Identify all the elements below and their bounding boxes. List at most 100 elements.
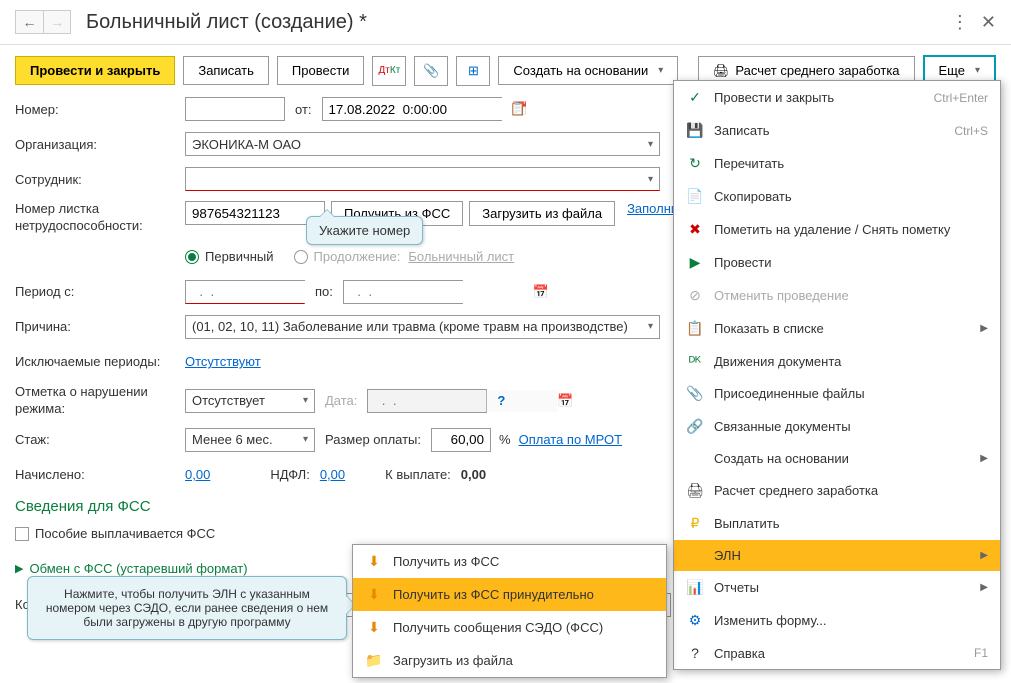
ndfl-label: НДФЛ: <box>270 467 310 482</box>
menu-item[interactable]: ⚙Изменить форму... <box>674 604 1000 637</box>
to-label: по: <box>315 284 333 299</box>
menu-icon: 🖨 <box>686 482 704 499</box>
dtkt-button[interactable]: ДтКт <box>372 56 406 86</box>
expand-icon[interactable]: ▶ <box>15 562 23 575</box>
forward-button[interactable]: → <box>43 10 71 34</box>
submenu-item[interactable]: ⬇Получить из ФСС <box>353 545 666 578</box>
menu-item: ⊘Отменить проведение <box>674 279 1000 312</box>
menu-icon: ₽ <box>686 515 704 532</box>
menu-item[interactable]: 🔗Связанные документы <box>674 410 1000 443</box>
menu-item[interactable]: ?СправкаF1 <box>674 637 1000 669</box>
violation-label: Отметка о нарушении режима: <box>15 384 185 418</box>
menu-item[interactable]: ₽Выплатить <box>674 507 1000 540</box>
menu-item[interactable]: ▶Провести <box>674 246 1000 279</box>
menu-item[interactable]: ᴰᴷДвижения документа <box>674 345 1000 377</box>
calendar-icon[interactable]: 📅 <box>533 284 549 300</box>
fss-paid-label: Пособие выплачивается ФСС <box>35 526 215 541</box>
from-label: от: <box>295 102 312 117</box>
menu-icon: ⬇ <box>365 553 383 570</box>
menu-item[interactable]: 📎Присоединенные файлы <box>674 377 1000 410</box>
chevron-down-icon: ▾ <box>303 395 308 406</box>
reason-label: Причина: <box>15 319 185 334</box>
primary-radio[interactable] <box>185 250 199 264</box>
primary-label: Первичный <box>205 249 274 264</box>
chevron-right-icon: ▶ <box>980 582 988 593</box>
excluded-link[interactable]: Отсутствуют <box>185 354 261 369</box>
create-from-button[interactable]: Создать на основании ▾ <box>498 56 678 85</box>
to-pay-value: 0,00 <box>461 467 486 482</box>
lock-icon: 📋 <box>510 101 526 117</box>
dtkt-icon: ДтКт <box>379 65 401 76</box>
close-icon[interactable]: ✕ <box>981 12 996 33</box>
menu-icon: ⬇ <box>365 619 383 636</box>
period-to-input[interactable] <box>344 281 533 303</box>
tooltip-get-eln: Нажмите, чтобы получить ЭЛН с указанным … <box>27 576 347 640</box>
submit-close-button[interactable]: Провести и закрыть <box>15 56 175 85</box>
menu-item[interactable]: ЭЛН▶ <box>674 540 1000 571</box>
kebab-icon[interactable]: ⋮ <box>951 12 969 33</box>
calendar-icon: 📅 <box>557 393 573 409</box>
date-label: Дата: <box>325 393 357 408</box>
menu-item[interactable]: ✖Пометить на удаление / Снять пометку <box>674 213 1000 246</box>
menu-item[interactable]: ✓Провести и закрытьCtrl+Enter <box>674 81 1000 114</box>
menu-icon: ? <box>686 645 704 661</box>
structure-icon: ⊞ <box>468 63 479 79</box>
submenu-item[interactable]: 📁Загрузить из файла <box>353 644 666 677</box>
date-input[interactable] <box>323 98 512 120</box>
header: ← → Больничный лист (создание) * ⋮ ✕ <box>0 0 1011 45</box>
menu-icon: ⊘ <box>686 287 704 304</box>
menu-item[interactable]: Создать на основании▶ <box>674 443 1000 474</box>
mrot-link[interactable]: Оплата по МРОТ <box>519 432 622 447</box>
menu-icon: ᴰᴷ <box>686 353 704 369</box>
help-icon[interactable]: ? <box>497 393 505 408</box>
continuation-radio[interactable] <box>294 250 308 264</box>
submenu-item[interactable]: ⬇Получить из ФСС принудительно <box>353 578 666 611</box>
menu-item[interactable]: 💾ЗаписатьCtrl+S <box>674 114 1000 147</box>
menu-icon: 📋 <box>686 320 704 337</box>
menu-icon: 📊 <box>686 579 704 596</box>
org-select[interactable]: ЭКОНИКА-М ОАО ▾ <box>185 132 660 156</box>
eln-submenu: ⬇Получить из ФСС⬇Получить из ФСС принуди… <box>352 544 667 678</box>
structure-button[interactable]: ⊞ <box>456 56 490 86</box>
pay-size-input[interactable] <box>431 428 491 452</box>
fss-exchange-link[interactable]: Обмен с ФСС (устаревший формат) <box>29 561 247 576</box>
menu-item[interactable]: 🖨Расчет среднего заработка <box>674 474 1000 507</box>
ndfl-value[interactable]: 0,00 <box>320 467 345 482</box>
employee-select[interactable]: ▾ <box>185 167 660 191</box>
load-file-button[interactable]: Загрузить из файла <box>469 201 615 226</box>
menu-icon: 💾 <box>686 122 704 139</box>
page-title: Больничный лист (создание) * <box>86 11 951 34</box>
menu-item[interactable]: 📋Показать в списке▶ <box>674 312 1000 345</box>
accrued-value[interactable]: 0,00 <box>185 467 210 482</box>
menu-icon: ⚙ <box>686 612 704 629</box>
save-button[interactable]: Записать <box>183 56 269 85</box>
chevron-down-icon: ▾ <box>648 321 653 332</box>
number-input[interactable] <box>185 97 285 121</box>
submenu-item[interactable]: ⬇Получить сообщения СЭДО (ФСС) <box>353 611 666 644</box>
submit-button[interactable]: Провести <box>277 56 365 85</box>
chevron-down-icon: ▾ <box>303 434 308 445</box>
number-label: Номер: <box>15 102 185 117</box>
chevron-right-icon: ▶ <box>980 453 988 464</box>
back-button[interactable]: ← <box>15 10 43 34</box>
sick-num-input[interactable] <box>185 201 325 225</box>
menu-item[interactable]: 📄Скопировать <box>674 180 1000 213</box>
pay-size-label: Размер оплаты: <box>325 432 421 447</box>
more-menu: ✓Провести и закрытьCtrl+Enter💾ЗаписатьCt… <box>673 80 1001 670</box>
violation-select[interactable]: Отсутствует ▾ <box>185 389 315 413</box>
chevron-down-icon: ▾ <box>648 139 653 150</box>
menu-icon: ▶ <box>686 254 704 271</box>
attach-button[interactable]: 📎 <box>414 56 448 86</box>
fss-paid-checkbox[interactable] <box>15 527 29 541</box>
chevron-right-icon: ▶ <box>980 550 988 561</box>
chevron-down-icon: ▾ <box>658 65 663 76</box>
sick-num-label: Номер листка нетрудоспособности: <box>15 201 185 235</box>
menu-item[interactable]: ↻Перечитать <box>674 147 1000 180</box>
menu-item[interactable]: 📊Отчеты▶ <box>674 571 1000 604</box>
continuation-label: Продолжение: <box>314 249 401 264</box>
reason-select[interactable]: (01, 02, 10, 11) Заболевание или травма … <box>185 315 660 339</box>
menu-icon: ✖ <box>686 221 704 238</box>
seniority-label: Стаж: <box>15 432 185 447</box>
seniority-select[interactable]: Менее 6 мес. ▾ <box>185 428 315 452</box>
menu-icon: 📁 <box>365 652 383 669</box>
